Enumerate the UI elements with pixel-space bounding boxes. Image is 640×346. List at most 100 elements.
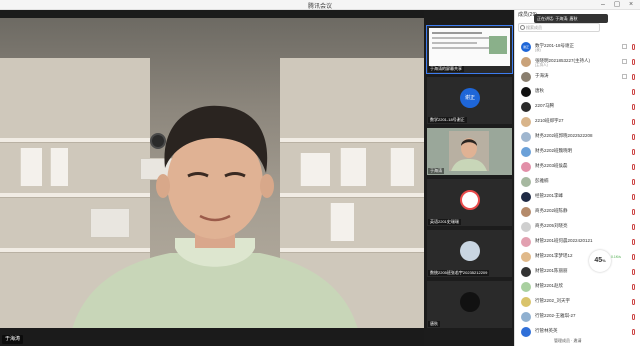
avatar (521, 102, 531, 112)
member-row[interactable]: 行管2202_刘天宇 (515, 296, 640, 309)
avatar (521, 252, 531, 262)
mic-muted-icon[interactable] (632, 164, 635, 170)
mic-muted-icon[interactable] (632, 224, 635, 230)
mic-muted-icon[interactable] (632, 134, 635, 140)
thumb-participant[interactable]: 唐秋 (427, 281, 512, 328)
avatar (521, 147, 531, 157)
member-row[interactable]: 2210班郑宇27 (515, 116, 640, 129)
member-row[interactable]: 经管2201李峰 (515, 191, 640, 204)
mic-muted-icon[interactable] (632, 284, 635, 290)
close-icon[interactable]: × (624, 0, 638, 10)
thumb-participant[interactable]: 谢正 数学2201-18号谢正 (427, 77, 512, 124)
minimize-icon[interactable]: – (596, 0, 610, 10)
avatar (521, 207, 531, 217)
mic-muted-icon[interactable] (632, 239, 635, 245)
mic-muted-icon[interactable] (632, 179, 635, 185)
avatar (460, 292, 480, 312)
avatar (521, 87, 531, 97)
mic-muted-icon[interactable] (632, 119, 635, 125)
member-row[interactable]: 张晓明2021853227(主持人) (主持人) (515, 56, 640, 69)
thumb-participant[interactable]: 数统2205班张若宇20235212209 (427, 230, 512, 277)
member-name: 财务2202班魏晓明 (535, 148, 573, 153)
avatar (521, 57, 531, 67)
member-name: 行管2202_刘天宇 (535, 298, 571, 303)
thumb-screen-share[interactable]: 于海涛的屏幕共享 (426, 25, 513, 74)
member-row[interactable]: 财管2201班何晨2022420121 (515, 236, 640, 249)
thumb-participant[interactable]: 英语2201史瑞瑞 (427, 179, 512, 226)
member-row[interactable]: 财务2202班郭晓2022522208 (515, 131, 640, 144)
member-row[interactable]: 财务2202班魏晓明 (515, 146, 640, 159)
mic-muted-icon[interactable] (632, 254, 635, 260)
avatar: 谢正 (460, 88, 480, 108)
mic-muted-icon[interactable] (632, 59, 635, 65)
participant-video-image (449, 131, 489, 171)
member-row[interactable]: 财管2201赵欣 (515, 281, 640, 294)
books (20, 148, 42, 186)
avatar (521, 192, 531, 202)
avatar (521, 177, 531, 187)
member-row[interactable]: 商务2202班陈静 (515, 206, 640, 219)
avatar (521, 132, 531, 142)
avatar (521, 267, 531, 277)
speaking-toast: 正在讲话: 于海涛; 唐秋 (534, 14, 608, 23)
member-name: 唐秋 (535, 88, 544, 93)
member-name: 2210班郑宇27 (535, 118, 564, 123)
participant-thumbnails: 于海涛的屏幕共享 谢正 数学2201-18号谢正 于海涛 英语2201史瑞瑞 数… (424, 10, 514, 346)
member-row[interactable]: 谢正 数学2201-18号谢正 (我) (515, 41, 640, 54)
member-name: 2207马腾 (535, 103, 555, 108)
member-row[interactable]: 唐秋 (515, 86, 640, 99)
member-row[interactable]: 2207马腾 (515, 101, 640, 114)
mic-muted-icon[interactable] (632, 149, 635, 155)
member-name: 彭雅楠 (535, 178, 549, 183)
camera-icon[interactable] (622, 44, 627, 49)
title-bar: 腾讯会议 – ▢ × (0, 0, 640, 10)
member-name: 财管2201李梦瑶12 (535, 253, 573, 258)
thumb-label: 英语2201史瑞瑞 (428, 219, 461, 225)
member-name: 行管林英英 (535, 328, 558, 333)
mic-muted-icon[interactable] (632, 44, 635, 50)
main-video-stage[interactable]: 于海涛 (0, 10, 424, 346)
member-name: 财管2201赵欣 (535, 283, 564, 288)
gauge-unit: % (602, 258, 606, 263)
avatar (460, 241, 480, 261)
maximize-icon[interactable]: ▢ (610, 0, 624, 10)
member-row[interactable]: 财管2201李梦瑶12 (515, 251, 640, 264)
avatar (521, 162, 531, 172)
mic-muted-icon[interactable] (632, 74, 635, 80)
avatar (521, 72, 531, 82)
mic-muted-icon[interactable] (632, 104, 635, 110)
thumb-participant-video[interactable]: 于海涛 (427, 128, 512, 175)
mic-muted-icon[interactable] (632, 89, 635, 95)
panel-footer[interactable]: 管理成员 · 邀请 (514, 336, 640, 346)
mic-muted-icon[interactable] (632, 299, 635, 305)
network-speed: 0.1K/s (611, 255, 621, 259)
camera-icon[interactable] (622, 74, 627, 79)
speaker-name-label: 于海涛 (2, 335, 24, 344)
member-row[interactable]: 于海涛 (515, 71, 640, 84)
member-search-input[interactable]: 搜索成员 (518, 23, 600, 32)
thumb-label: 数学2201-18号谢正 (428, 117, 467, 123)
member-name: 经管2201李峰 (535, 193, 564, 198)
camera-icon[interactable] (622, 59, 627, 64)
mic-muted-icon[interactable] (632, 209, 635, 215)
network-gauge[interactable]: 45% (589, 250, 611, 272)
window-title: 腾讯会议 (307, 4, 332, 10)
thumb-label: 于海涛的屏幕共享 (428, 66, 464, 72)
avatar: 谢正 (521, 42, 531, 52)
member-row[interactable]: 行管2202-王雅琪-27 (515, 311, 640, 324)
search-icon (520, 25, 525, 30)
member-name: 财务2202班郭晓2022522208 (535, 133, 593, 138)
thumb-label: 唐秋 (428, 321, 440, 327)
mic-muted-icon[interactable] (632, 314, 635, 320)
member-name: 商务2202班陈静 (535, 208, 568, 213)
member-role: (我) (535, 48, 541, 52)
mic-muted-icon[interactable] (632, 194, 635, 200)
mic-muted-icon[interactable] (632, 269, 635, 275)
member-row[interactable]: 财务2203班侯磊 (515, 161, 640, 174)
books (390, 148, 414, 186)
gauge-value: 45 (594, 257, 603, 264)
mic-muted-icon[interactable] (632, 329, 635, 335)
member-row[interactable]: 财管2201陈丽丽 (515, 266, 640, 279)
member-row[interactable]: 商务2205刘晓亮 (515, 221, 640, 234)
member-row[interactable]: 彭雅楠 (515, 176, 640, 189)
